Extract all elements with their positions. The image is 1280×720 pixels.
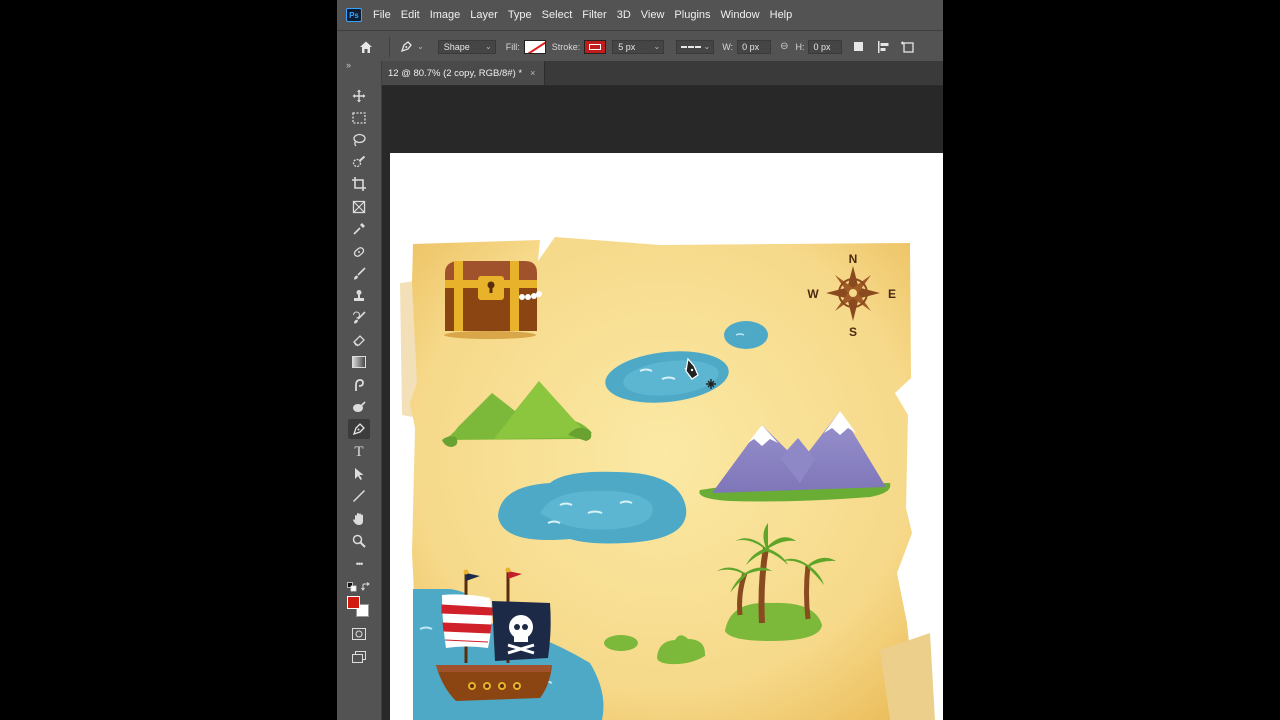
- stroke-swatch[interactable]: [584, 39, 607, 54]
- document-tab[interactable]: 12 @ 80.7% (2 copy, RGB/8#) * ×: [382, 61, 545, 85]
- stroke-width-value: 5 px: [618, 41, 636, 52]
- eyedropper-tool-icon[interactable]: [348, 219, 370, 239]
- menu-edit[interactable]: Edit: [401, 9, 420, 21]
- smudge-tool-icon[interactable]: [348, 375, 370, 395]
- menu-view[interactable]: View: [641, 9, 665, 21]
- hand-tool-icon[interactable]: [348, 509, 370, 529]
- treasure-chest-icon: [444, 261, 542, 339]
- document-canvas[interactable]: N S E W: [390, 153, 943, 720]
- menu-help[interactable]: Help: [770, 9, 793, 21]
- line-tool-icon[interactable]: [348, 486, 370, 506]
- width-field[interactable]: 0 px: [737, 39, 772, 54]
- chevron-down-icon: ⌄: [653, 41, 661, 51]
- quick-mask-icon[interactable]: [348, 624, 370, 644]
- foreground-color-swatch[interactable]: [347, 596, 360, 609]
- zoom-tool-icon[interactable]: [348, 531, 370, 551]
- collapse-panel-icon[interactable]: »: [346, 60, 351, 70]
- menu-3d[interactable]: 3D: [617, 9, 631, 21]
- pen-tool-icon[interactable]: [348, 419, 370, 439]
- fill-label: Fill:: [505, 41, 520, 52]
- color-swatches: [347, 596, 371, 620]
- swap-colors-icon[interactable]: [361, 579, 371, 591]
- home-icon[interactable]: [359, 40, 373, 54]
- fill-swatch[interactable]: [523, 39, 546, 54]
- compass-north-label: N: [849, 252, 858, 266]
- menu-bar: Ps File Edit Image Layer Type Select Fil…: [337, 0, 943, 30]
- lasso-tool-icon[interactable]: [348, 130, 370, 150]
- stroke-type-dropdown[interactable]: ⌄: [676, 39, 715, 54]
- menu-plugins[interactable]: Plugins: [674, 9, 710, 21]
- menu-select[interactable]: Select: [542, 9, 573, 21]
- tools-panel: » T •••: [337, 60, 382, 720]
- frame-tool-icon[interactable]: [348, 197, 370, 217]
- document-tab-bar: 12 @ 80.7% (2 copy, RGB/8#) * ×: [382, 61, 943, 86]
- height-field[interactable]: 0 px: [808, 39, 843, 54]
- compass-west-label: W: [807, 287, 819, 301]
- move-tool-icon[interactable]: [348, 86, 370, 106]
- chevron-down-icon: ⌄: [485, 41, 492, 51]
- photoshop-window: Ps File Edit Image Layer Type Select Fil…: [337, 0, 943, 720]
- healing-brush-tool-icon[interactable]: [348, 242, 370, 262]
- stroke-width-field[interactable]: 5 px ⌄: [612, 39, 665, 54]
- marquee-tool-icon[interactable]: [348, 108, 370, 128]
- menu-file[interactable]: File: [373, 9, 391, 21]
- path-arrangement-icon[interactable]: [901, 40, 915, 54]
- history-brush-tool-icon[interactable]: [348, 308, 370, 328]
- crop-tool-icon[interactable]: [348, 174, 370, 194]
- stroke-label: Stroke:: [551, 41, 581, 52]
- clone-stamp-tool-icon[interactable]: [348, 286, 370, 306]
- menu-filter[interactable]: Filter: [582, 9, 606, 21]
- pen-tool-preset-icon[interactable]: [399, 39, 414, 54]
- more-tools-icon[interactable]: •••: [348, 554, 370, 574]
- eraser-tool-icon[interactable]: [348, 330, 370, 350]
- gradient-tool-icon[interactable]: [348, 352, 370, 372]
- menu-type[interactable]: Type: [508, 9, 532, 21]
- treasure-map-artwork: N S E W: [400, 237, 935, 720]
- close-icon[interactable]: ×: [530, 68, 535, 78]
- path-selection-tool-icon[interactable]: [348, 464, 370, 484]
- height-label: H:: [795, 41, 805, 52]
- document-tab-title: 12 @ 80.7% (2 copy, RGB/8#) *: [388, 67, 523, 79]
- tool-mode-value: Shape: [443, 41, 470, 52]
- dodge-tool-icon[interactable]: [348, 397, 370, 417]
- chevron-down-icon: ⌄: [703, 41, 711, 51]
- menu-image[interactable]: Image: [430, 9, 461, 21]
- path-operations-icon[interactable]: [854, 42, 864, 51]
- quick-selection-tool-icon[interactable]: [348, 152, 370, 172]
- type-tool-icon[interactable]: T: [348, 442, 370, 462]
- default-colors-icon[interactable]: [347, 579, 357, 592]
- link-icon[interactable]: ⊖: [780, 41, 788, 52]
- path-alignment-icon[interactable]: [877, 40, 891, 54]
- brush-tool-icon[interactable]: [348, 264, 370, 284]
- menu-window[interactable]: Window: [721, 9, 760, 21]
- menu-layer[interactable]: Layer: [470, 9, 498, 21]
- options-bar: ⌄ Shape ⌄ Fill: Stroke: 5 px ⌄ ⌄ W: 0 px…: [337, 30, 943, 62]
- chevron-down-icon[interactable]: ⌄: [417, 42, 424, 51]
- width-label: W:: [722, 41, 734, 52]
- small-bush: [604, 635, 638, 651]
- tool-mode-dropdown[interactable]: Shape ⌄: [437, 39, 496, 54]
- divider: [389, 36, 390, 57]
- canvas-workspace[interactable]: N S E W: [382, 86, 943, 720]
- small-pond: [724, 321, 768, 349]
- compass-south-label: S: [849, 325, 857, 339]
- photoshop-logo-icon[interactable]: Ps: [346, 8, 362, 22]
- compass-east-label: E: [888, 287, 896, 301]
- screen-mode-icon[interactable]: [348, 647, 370, 667]
